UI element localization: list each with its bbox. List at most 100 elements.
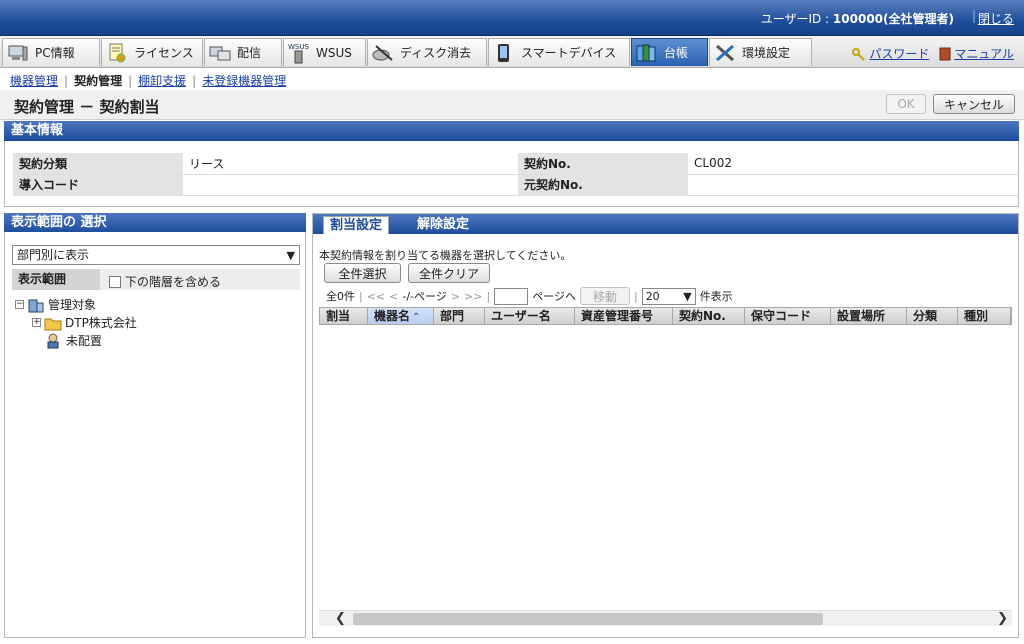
- pager-divider: |: [486, 289, 491, 303]
- device-table-header: 割当 機器名 ⌃ 部門 ユーザー名 資産管理番号 契約No. 保守コード 設置場所…: [319, 307, 1012, 325]
- pager-divider: |: [633, 289, 638, 303]
- tab-license[interactable]: ライセンス: [101, 38, 203, 66]
- goto-page-label: ページへ: [532, 290, 576, 303]
- close-link[interactable]: 閉じる: [978, 10, 1014, 27]
- header-separator: |: [971, 9, 976, 23]
- scope-select[interactable]: 部門別に表示 ▼: [12, 245, 300, 265]
- subnav-inventory-support[interactable]: 棚卸支援: [138, 74, 186, 88]
- pager-divider: |: [359, 289, 363, 303]
- tab-label: スマートデバイス: [521, 46, 617, 60]
- tree-node-company[interactable]: + DTP株式会社: [32, 314, 137, 331]
- original-contract-no-label: 元契約No.: [518, 174, 688, 196]
- column-header-maintenance-code[interactable]: 保守コード: [745, 308, 831, 324]
- per-page-select[interactable]: 20 ▼: [641, 287, 696, 305]
- distribution-icon: [209, 43, 231, 63]
- first-page-link[interactable]: <<: [367, 290, 385, 303]
- subnav-device-management[interactable]: 機器管理: [10, 74, 58, 88]
- manual-label: マニュアル: [954, 47, 1014, 61]
- info-row: 契約分類 リース 契約No. CL002: [13, 153, 1018, 175]
- main-nav: PC情報 ライセンス 配信 WSUS WSUS ディスク消去 スマートデバイス: [0, 36, 1024, 68]
- tab-label: ライセンス: [134, 46, 194, 60]
- next-page-link[interactable]: >: [451, 290, 460, 303]
- manual-link[interactable]: マニュアル: [939, 45, 1014, 62]
- tab-release-settings[interactable]: 解除設定: [411, 216, 475, 234]
- column-header-assign[interactable]: 割当: [320, 308, 368, 324]
- horizontal-scrollbar[interactable]: ❮ ❯: [319, 610, 1012, 626]
- folder-icon: [44, 318, 62, 330]
- page-info: -/-ページ: [402, 290, 447, 303]
- column-header-contract-no[interactable]: 契約No.: [673, 308, 745, 324]
- assign-panel: 割当設定 解除設定 本契約情報を割り当てる機器を選択してください。 全件選択 全…: [312, 213, 1019, 638]
- unassigned-user-icon: [47, 333, 59, 348]
- per-page-value: 20: [645, 289, 660, 303]
- top-header: ユーザーID : 100000(全社管理者) | 閉じる: [0, 0, 1024, 36]
- breadcrumb-subnav: 機器管理 | 契約管理 | 棚卸支援 | 未登録機器管理: [10, 74, 287, 88]
- subnav-unregistered-devices[interactable]: 未登録機器管理: [202, 74, 286, 88]
- intro-code-value: [183, 174, 518, 196]
- contract-type-label: 契約分類: [13, 153, 183, 175]
- tab-assign-settings[interactable]: 割当設定: [323, 216, 390, 234]
- tab-pc-info[interactable]: PC情報: [2, 38, 100, 66]
- select-all-button[interactable]: 全件選択: [324, 263, 401, 283]
- tree-node-unassigned[interactable]: 未配置: [45, 332, 102, 349]
- expand-icon[interactable]: +: [32, 318, 41, 327]
- scope-panel: 部門別に表示 ▼ 表示範囲 下の階層を含める − 管理対象 + DTP株式会社 …: [4, 232, 306, 638]
- tree-label: DTP株式会社: [65, 316, 137, 330]
- last-page-link[interactable]: >>: [464, 290, 482, 303]
- svg-text:WSUS: WSUS: [288, 43, 309, 51]
- tree-node-root[interactable]: − 管理対象: [15, 296, 96, 313]
- basic-info-heading: 基本情報: [4, 121, 1019, 141]
- scope-select-value: 部門別に表示: [17, 248, 90, 262]
- tab-wsus[interactable]: WSUS WSUS: [283, 38, 366, 66]
- column-header-category[interactable]: 分類: [907, 308, 958, 324]
- scope-heading: 表示範囲の 選択: [4, 213, 306, 233]
- range-row: 表示範囲 下の階層を含める: [12, 269, 300, 290]
- column-header-user-name[interactable]: ユーザー名: [485, 308, 575, 324]
- tab-settings[interactable]: 環境設定: [709, 38, 812, 66]
- column-header-department[interactable]: 部門: [434, 308, 485, 324]
- basic-info-table: 契約分類 リース 契約No. CL002 導入コード 元契約No.: [13, 153, 1018, 196]
- basic-info-panel: 契約分類 リース 契約No. CL002 導入コード 元契約No.: [4, 141, 1019, 207]
- collapse-icon[interactable]: −: [15, 300, 24, 309]
- cancel-button[interactable]: キャンセル: [933, 94, 1015, 114]
- instruction-text: 本契約情報を割り当てる機器を選択してください。: [319, 249, 572, 262]
- column-header-type[interactable]: 種別: [958, 308, 1011, 324]
- tree-label: 未配置: [66, 334, 103, 348]
- header-links: パスワード マニュアル: [852, 45, 1014, 62]
- chevron-down-icon: ▼: [683, 289, 692, 303]
- assign-tabs: 割当設定 解除設定: [313, 214, 1018, 234]
- tab-disk-erase[interactable]: ディスク消去: [367, 38, 487, 66]
- clear-all-button[interactable]: 全件クリア: [408, 263, 490, 283]
- column-header-asset-number[interactable]: 資産管理番号: [575, 308, 673, 324]
- tab-label: WSUS: [316, 45, 352, 60]
- info-row: 導入コード 元契約No.: [13, 174, 1018, 196]
- password-label: パスワード: [869, 47, 930, 61]
- tab-smart-device[interactable]: スマートデバイス: [488, 38, 630, 66]
- smart-device-icon: [493, 43, 515, 63]
- column-header-device-name[interactable]: 機器名 ⌃: [368, 308, 434, 324]
- move-button[interactable]: 移動: [579, 287, 630, 305]
- ledger-icon: [636, 43, 658, 63]
- prev-page-link[interactable]: <: [389, 290, 398, 303]
- wsus-icon: WSUS: [288, 43, 310, 63]
- scrollbar-thumb[interactable]: [353, 613, 823, 625]
- contract-type-value: リース: [183, 153, 518, 175]
- tab-label: 台帳: [664, 46, 689, 60]
- settings-icon: [714, 43, 736, 63]
- password-link[interactable]: パスワード: [852, 45, 929, 62]
- scroll-right-icon[interactable]: ❯: [997, 611, 1008, 627]
- contract-no-value: CL002: [688, 153, 1018, 175]
- ok-button[interactable]: OK: [886, 94, 926, 114]
- include-lower-checkbox[interactable]: 下の階層を含める: [109, 273, 221, 290]
- tab-label: ディスク消去: [400, 46, 472, 60]
- sort-asc-icon: ⌃: [412, 312, 421, 323]
- tab-distribution[interactable]: 配信: [204, 38, 282, 66]
- column-header-location[interactable]: 設置場所: [831, 308, 907, 324]
- pager: 全0件 | << < -/-ページ > >> | ページへ 移動 | 20 ▼ …: [326, 287, 733, 305]
- scroll-left-icon[interactable]: ❮: [335, 611, 346, 627]
- chevron-down-icon: ▼: [286, 249, 295, 262]
- tab-ledger[interactable]: 台帳: [631, 38, 708, 66]
- page-number-input[interactable]: [494, 287, 529, 305]
- user-id-label: ユーザーID :: [760, 12, 833, 26]
- user-info: ユーザーID : 100000(全社管理者): [761, 10, 954, 27]
